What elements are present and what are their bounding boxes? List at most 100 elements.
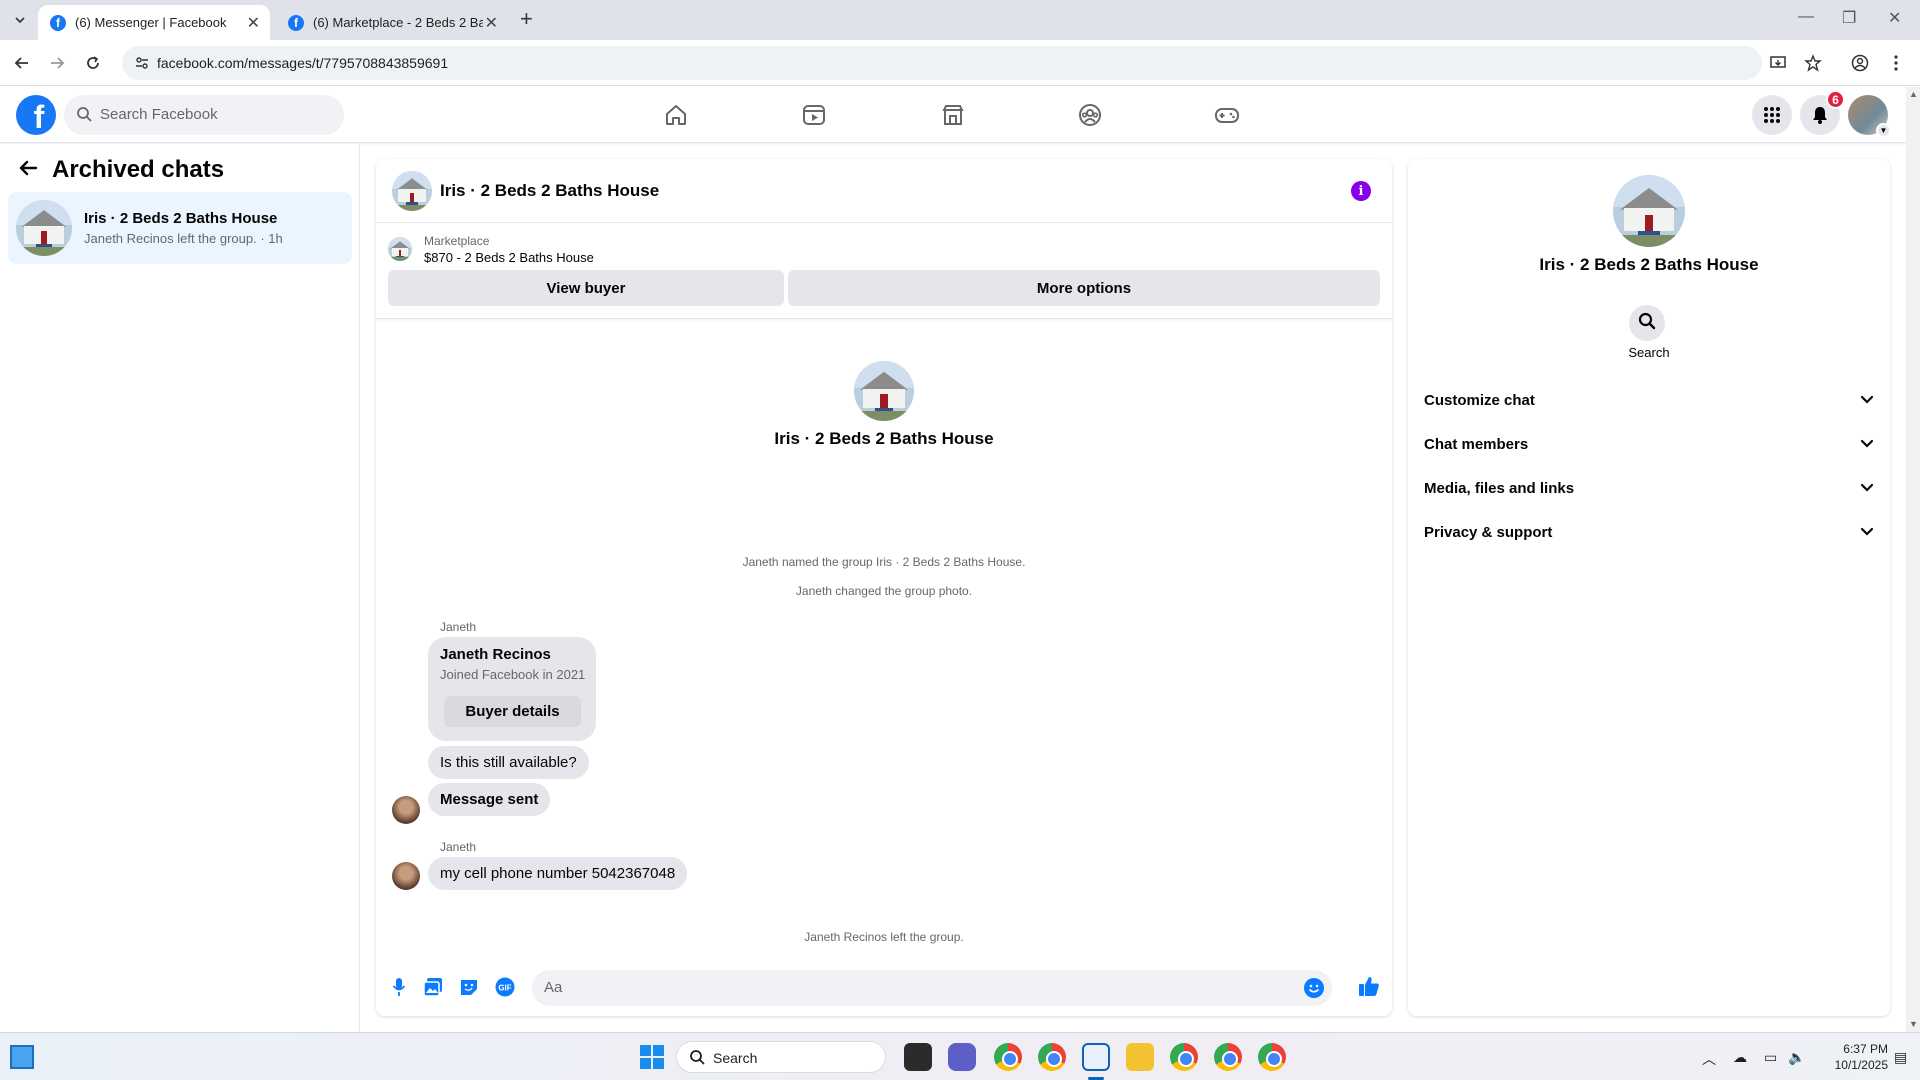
chat-preview: Janeth Recinos left the group. · 1h [84,231,283,246]
chat-members-section[interactable]: Chat members [1424,426,1874,462]
back-icon[interactable] [10,51,34,75]
sender-name: Janeth [440,620,477,634]
search-input[interactable]: Search Facebook [64,95,344,135]
chevron-down-icon [1860,480,1874,497]
search-icon [689,1049,705,1070]
search-icon [1638,312,1656,335]
restore-icon[interactable]: ❐ [1842,8,1856,28]
notification-center-icon[interactable]: ▤ [1894,1049,1907,1066]
buyer-details-button[interactable]: Buyer details [444,696,581,727]
section-label: Privacy & support [1424,523,1553,541]
message-input[interactable]: Aa [532,970,1332,1006]
show-hidden-icons-icon[interactable]: ︿ [1702,1049,1716,1069]
facebook-favicon-icon: f [50,14,66,31]
browser-menu-icon[interactable] [1884,51,1908,75]
gif-icon[interactable]: GIF [494,976,516,998]
clock-time: 6:37 PM [1843,1042,1888,1056]
facebook-logo-icon[interactable]: f [16,95,56,135]
scroll-down-icon[interactable]: ▼ [1909,1019,1918,1029]
network-icon[interactable]: ▭ [1764,1049,1777,1066]
chrome-icon[interactable] [1038,1043,1066,1071]
conversation-title[interactable]: Iris · 2 Beds 2 Baths House [440,181,659,201]
profile-icon[interactable] [1848,51,1872,75]
info-icon[interactable]: i [1351,181,1371,201]
groups-icon[interactable] [1074,99,1106,131]
section-label: Customize chat [1424,391,1535,409]
windows-start-icon[interactable] [640,1045,664,1069]
taskbar-search-input[interactable]: Search [676,1041,886,1073]
minimize-icon[interactable]: — [1798,8,1814,26]
forward-icon[interactable] [45,51,69,75]
sender-avatar[interactable] [392,862,420,890]
group-photo[interactable] [1613,175,1685,247]
photo-icon[interactable] [422,976,444,998]
message-bubble[interactable]: my cell phone number 5042367048 [428,857,688,890]
conversation-thumbnail[interactable] [392,171,432,211]
file-explorer-icon[interactable] [1126,1043,1154,1071]
sender-avatar[interactable] [392,796,420,824]
tab-title: (6) Marketplace - 2 Beds 2 Bath [313,15,483,30]
browser-tab-bar: f (6) Messenger | Facebook ✕ f (6) Marke… [0,0,1920,40]
task-view-icon[interactable] [904,1043,932,1071]
tab-title: (6) Messenger | Facebook [75,15,227,30]
volume-icon[interactable]: 🔈 [1788,1049,1805,1066]
search-icon [76,106,92,127]
close-tab-icon[interactable]: ✕ [485,13,498,33]
widgets-icon[interactable] [10,1045,34,1069]
install-app-icon[interactable] [1766,51,1790,75]
media-files-links-section[interactable]: Media, files and links [1424,470,1874,506]
close-window-icon[interactable]: ✕ [1888,8,1901,28]
bookmark-star-icon[interactable] [1801,51,1825,75]
url-field[interactable]: facebook.com/messages/t/7795708843859691 [122,46,1762,80]
search-in-conversation-button[interactable] [1629,305,1665,341]
message-bubble[interactable]: Message sent [428,783,551,816]
listing-title[interactable]: $870 - 2 Beds 2 Baths House [424,250,594,265]
chrome-icon[interactable] [1214,1043,1242,1071]
tab-search-icon[interactable] [8,8,32,32]
sticker-icon[interactable] [458,976,480,998]
chat-info-panel: Iris · 2 Beds 2 Baths House Search Custo… [1408,159,1890,1016]
search-label: Search [1628,345,1670,360]
privacy-support-section[interactable]: Privacy & support [1424,514,1874,550]
site-settings-icon[interactable] [134,55,150,76]
teams-icon[interactable] [948,1043,976,1071]
group-name: Iris · 2 Beds 2 Baths House [774,429,994,448]
listing-thumbnail [388,237,412,261]
onedrive-icon[interactable]: ☁ [1733,1049,1747,1066]
chrome-icon[interactable] [994,1043,1022,1071]
tab-marketplace[interactable]: f (6) Marketplace - 2 Beds 2 Bath ✕ [276,5,508,40]
chrome-icon[interactable] [1170,1043,1198,1071]
group-name: Iris · 2 Beds 2 Baths House [1539,255,1759,274]
back-arrow-icon[interactable] [18,158,38,183]
page-scrollbar[interactable]: ▲ ▼ [1906,87,1920,1032]
customize-chat-section[interactable]: Customize chat [1424,382,1874,418]
thumbs-up-icon[interactable] [1358,975,1380,997]
reload-icon[interactable] [81,51,105,75]
tab-messenger[interactable]: f (6) Messenger | Facebook ✕ [38,5,270,40]
sender-name: Janeth [440,840,477,854]
menu-grid-icon[interactable] [1752,95,1792,135]
snipping-tool-icon[interactable] [1082,1043,1110,1071]
chevron-down-icon [1860,524,1874,541]
account-avatar[interactable]: ▼ [1848,95,1891,138]
group-photo [854,361,914,421]
emoji-icon[interactable] [1304,978,1324,998]
marketplace-icon[interactable] [937,99,969,131]
buyer-joined-text: Joined Facebook in 2021 [440,667,586,682]
scroll-up-icon[interactable]: ▲ [1909,89,1918,99]
chevron-down-icon: ▼ [1876,123,1891,138]
close-tab-icon[interactable]: ✕ [247,13,260,33]
chat-list-item[interactable]: Iris · 2 Beds 2 Baths House Janeth Recin… [8,192,352,264]
chrome-icon[interactable] [1258,1043,1286,1071]
more-options-button[interactable]: More options [788,270,1380,306]
conversation-header: Iris · 2 Beds 2 Baths House i [376,159,1392,223]
system-clock[interactable]: 6:37 PM 10/1/2025 [1818,1041,1888,1073]
new-tab-icon[interactable]: + [520,8,533,30]
view-buyer-button[interactable]: View buyer [388,270,784,306]
video-icon[interactable] [798,99,830,131]
microphone-icon[interactable] [388,976,410,998]
message-bubble[interactable]: Is this still available? [428,746,589,779]
home-icon[interactable] [660,99,692,131]
gaming-icon[interactable] [1211,99,1243,131]
conversation-panel: Iris · 2 Beds 2 Baths House i Marketplac… [376,159,1392,1016]
